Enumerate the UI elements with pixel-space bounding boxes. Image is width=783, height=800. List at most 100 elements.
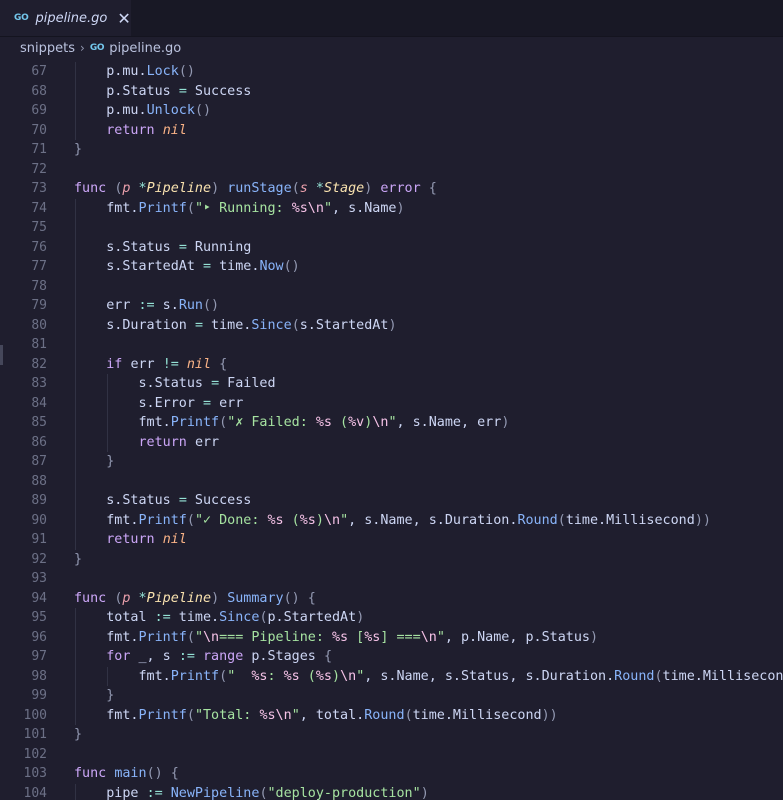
- code-token: ": [388, 415, 397, 430]
- code-token: :=: [178, 649, 195, 664]
- code-line[interactable]: 99 }: [0, 686, 783, 706]
- line-number: 84: [31, 395, 47, 411]
- code-line[interactable]: 80 s.Duration = time.Since(s.StartedAt): [0, 316, 783, 336]
- code-token: , s.Name, err: [396, 415, 502, 430]
- line-number: 68: [31, 83, 47, 99]
- code-line[interactable]: 95 total := time.Since(p.StartedAt): [0, 608, 783, 628]
- go-file-icon: GO: [14, 13, 29, 23]
- code-line[interactable]: 71}: [0, 140, 783, 160]
- line-number: 102: [23, 746, 47, 762]
- code-token: (: [654, 668, 663, 684]
- code-line[interactable]: 86 return err: [0, 433, 783, 453]
- line-number: 94: [31, 590, 47, 606]
- code-token: () {: [146, 766, 179, 781]
- code-line[interactable]: 79 err := s.Run(): [0, 296, 783, 316]
- line-number: 86: [31, 434, 47, 450]
- code-token: (): [203, 298, 220, 313]
- line-number: 96: [31, 629, 47, 645]
- line-number: 91: [31, 532, 47, 547]
- code-line[interactable]: 102: [0, 745, 783, 765]
- code-line[interactable]: 87 }: [0, 452, 783, 472]
- code-token: =: [211, 376, 220, 391]
- code-line[interactable]: 103 func main() {: [0, 764, 783, 784]
- code-token: (: [291, 317, 300, 333]
- code-token: \n: [323, 512, 341, 528]
- code-token: func: [74, 766, 115, 781]
- code-line[interactable]: 89 s.Status = Success: [0, 491, 783, 511]
- code-line[interactable]: 81: [0, 335, 783, 355]
- code-token: func: [74, 181, 115, 196]
- tab-pipeline-go[interactable]: GO pipeline.go ✕: [0, 0, 131, 36]
- code-line[interactable]: 69 p.mu.Unlock(): [0, 101, 783, 121]
- code-line[interactable]: 88: [0, 472, 783, 492]
- code-token: }: [74, 727, 83, 742]
- code-line[interactable]: 78: [0, 277, 783, 297]
- code-line[interactable]: 72: [0, 160, 783, 180]
- breadcrumb-file[interactable]: pipeline.go: [109, 41, 181, 56]
- code-line[interactable]: 91 return nil: [0, 530, 783, 550]
- code-token: Printf: [138, 200, 187, 216]
- code-line[interactable]: 104 pipe := NewPipeline("deploy-producti…: [0, 784, 783, 800]
- code-line[interactable]: 70 return nil: [0, 121, 783, 141]
- code-line[interactable]: 73 func (p *Pipeline) runStage(s *Stage) …: [0, 179, 783, 199]
- code-token: fmt.: [74, 707, 139, 723]
- code-token: Failed: [219, 376, 276, 391]
- code-text: if err != nil {: [74, 355, 227, 375]
- code-text: }: [74, 452, 114, 472]
- breadcrumb-folder[interactable]: snippets: [20, 41, 75, 56]
- code-line[interactable]: 85 fmt.Printf("✗ Failed: %s (%v)\n", s.N…: [0, 413, 783, 433]
- code-text: s.Error = err: [74, 394, 243, 414]
- code-line[interactable]: 100 fmt.Printf("Total: %s\n", total.Roun…: [0, 706, 783, 726]
- code-text: fmt.Printf("✗ Failed: %s (%v)\n", s.Name…: [74, 413, 509, 433]
- code-token: func: [74, 590, 115, 606]
- code-text: }: [74, 686, 114, 706]
- code-token: %v: [348, 415, 365, 430]
- code-token: ): [364, 181, 381, 196]
- code-line[interactable]: 94 func (p *Pipeline) Summary() {: [0, 589, 783, 609]
- code-line[interactable]: 84 s.Error = err: [0, 394, 783, 414]
- code-token: "✓ Done:: [194, 512, 268, 528]
- code-token: Round: [364, 707, 405, 723]
- code-line[interactable]: 98 fmt.Printf(" %s: %s (%s)\n", s.Name, …: [0, 667, 783, 687]
- code-line[interactable]: 76 s.Status = Running: [0, 238, 783, 258]
- line-number: 82: [31, 356, 47, 372]
- code-line[interactable]: 77 s.StartedAt = time.Now(): [0, 257, 783, 277]
- code-line[interactable]: 74 fmt.Printf("‣ Running: %s\n", s.Name): [0, 199, 783, 219]
- code-token: Now: [259, 259, 284, 274]
- code-text: for _, s := range p.Stages {: [74, 647, 332, 667]
- code-token: Since: [251, 317, 292, 333]
- code-line[interactable]: 67 p.mu.Lock(): [0, 62, 783, 82]
- code-line[interactable]: 90 fmt.Printf("✓ Done: %s (%s)\n", s.Nam…: [0, 511, 783, 531]
- code-token: %s: [332, 629, 349, 645]
- code-token: (): [194, 103, 212, 118]
- code-token: ): [211, 181, 228, 196]
- code-text: p.mu.Lock(): [74, 62, 195, 82]
- line-number: 87: [31, 454, 47, 469]
- code-line[interactable]: 96 fmt.Printf("\n=== Pipeline: %s [%s] =…: [0, 628, 783, 648]
- code-token: ": [323, 200, 332, 216]
- code-editor[interactable]: 67 p.mu.Lock() 68 p.Status = Success 69 p.…: [0, 62, 783, 800]
- code-line[interactable]: 82 if err != nil {: [0, 355, 783, 375]
- code-text: func main() {: [74, 764, 179, 784]
- code-token: ): [501, 415, 510, 430]
- code-token: *: [315, 181, 324, 196]
- code-token: err: [130, 356, 163, 372]
- code-text: p.mu.Unlock(): [74, 101, 211, 121]
- code-token: ): [332, 668, 341, 684]
- code-token: nil: [186, 356, 212, 372]
- code-token: Lock: [146, 64, 179, 79]
- tab-bar: GO pipeline.go ✕: [0, 0, 783, 37]
- code-token: s.Error: [74, 395, 203, 411]
- code-line[interactable]: 75: [0, 218, 783, 238]
- code-line[interactable]: 83 s.Status = Failed: [0, 374, 783, 394]
- code-line[interactable]: 101}: [0, 725, 783, 745]
- close-icon[interactable]: ✕: [117, 9, 130, 28]
- code-token: (): [178, 64, 195, 79]
- code-line[interactable]: 68 p.Status = Success: [0, 82, 783, 102]
- code-line[interactable]: 92}: [0, 550, 783, 570]
- code-line[interactable]: 93: [0, 569, 783, 589]
- code-token: {: [323, 649, 332, 664]
- indent-guide: [75, 783, 76, 800]
- code-line[interactable]: 97 for _, s := range p.Stages {: [0, 647, 783, 667]
- line-number: 80: [31, 317, 47, 333]
